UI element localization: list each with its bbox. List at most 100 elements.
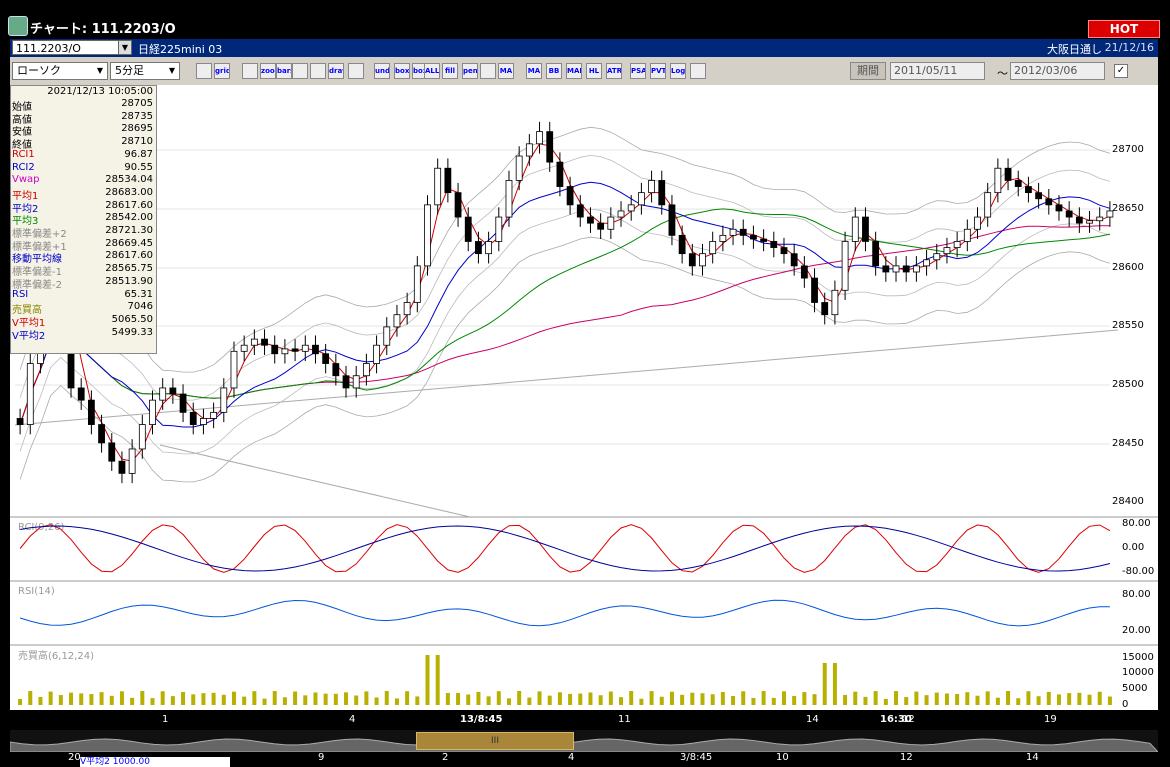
volume-bar <box>608 691 613 705</box>
time-scrollbar[interactable]: III <box>9 730 1160 753</box>
candle-body <box>240 344 248 352</box>
pause-tool-icon[interactable] <box>310 63 326 79</box>
search-tool-icon[interactable] <box>196 63 212 79</box>
symbol-input[interactable]: 111.2203/O <box>12 40 132 55</box>
candle-body <box>189 411 197 425</box>
chart-area[interactable]: RCI(9,26) RSI(14) 売買高(6,12,24) <box>10 85 1158 710</box>
atr-tool-icon[interactable]: ATR <box>606 63 622 79</box>
volume-bar <box>843 694 848 705</box>
candle-body <box>169 387 177 395</box>
candle-body <box>475 241 482 255</box>
undo-tool-icon[interactable]: undo <box>374 63 390 79</box>
volume-bar <box>568 693 573 705</box>
candle-body <box>322 353 330 364</box>
volume-bar <box>781 691 786 705</box>
psar-tool-icon[interactable]: PSAR <box>630 63 646 79</box>
candle-body <box>790 253 798 267</box>
candle-body <box>739 228 747 236</box>
xmark-tool-icon[interactable] <box>292 63 308 79</box>
volume-bar <box>496 691 501 705</box>
bars-tool-icon[interactable]: bars <box>276 63 292 79</box>
export-tool-icon[interactable] <box>690 63 706 79</box>
hot-button[interactable]: HOT <box>1088 20 1160 38</box>
candle-body <box>719 234 727 242</box>
volume-bar <box>252 691 257 705</box>
volume-bar <box>680 694 685 705</box>
chart-canvas[interactable]: RCI(9,26)RSI(14)売買高(6,12,24) <box>10 85 1158 710</box>
pvt-tool-icon[interactable]: PVT <box>650 63 666 79</box>
volume-bar <box>934 692 939 705</box>
interval-value: 5分足 <box>115 64 144 77</box>
candle-body <box>230 350 238 389</box>
bb-tool-icon[interactable]: BB <box>546 63 562 79</box>
range-separator: 〜 <box>997 67 1008 80</box>
info-value: 28534.04 <box>105 174 153 186</box>
symbol-bar: 111.2203/O ▼ 日経225mini 03 大阪日通し 21/12/16 <box>10 39 1158 57</box>
info-row: RSI 65.31 <box>11 289 156 302</box>
volume-bar <box>1087 694 1092 705</box>
symbol-dropdown-icon[interactable]: ▼ <box>118 40 132 55</box>
indicator-tick: 0.00 <box>1122 542 1145 553</box>
volume-bar <box>28 691 33 705</box>
date-to-field[interactable]: 2012/03/06 <box>1010 62 1105 80</box>
all-tool-icon[interactable]: ALL <box>424 63 440 79</box>
mae-tool-icon[interactable]: MAE <box>566 63 582 79</box>
cursor-tool-icon[interactable] <box>242 63 258 79</box>
price-tick: 28400 <box>1112 496 1144 507</box>
volume-bar <box>364 691 369 705</box>
info-value: 5065.50 <box>111 313 153 325</box>
info-row: RCI1 96.87 <box>11 149 156 162</box>
candle-body <box>831 289 839 316</box>
pointer-tool-icon[interactable] <box>348 63 364 79</box>
candle-body <box>576 204 584 218</box>
indicator-tick: 10000 <box>1122 667 1154 678</box>
volume-label: 売買高(6,12,24) <box>18 649 94 662</box>
toolbar: ローソク▼ 5分足▼ gridzoombarsdrawundobox1box2A… <box>10 57 1158 85</box>
color-tool-icon[interactable] <box>480 63 496 79</box>
volume-bar <box>690 692 695 705</box>
volume-bar <box>48 691 53 705</box>
box1-tool-icon[interactable]: box1 <box>394 63 410 79</box>
volume-bar <box>1056 694 1061 705</box>
range-checkbox[interactable]: ✓ <box>1114 64 1128 78</box>
volume-bar <box>160 691 165 705</box>
indicator-tick: -80.00 <box>1122 566 1155 577</box>
candle-body <box>587 216 594 224</box>
candle-body <box>505 180 513 218</box>
candle-body <box>760 238 768 242</box>
chart-type-select[interactable]: ローソク ▼ <box>12 62 108 80</box>
volume-bar <box>955 693 960 705</box>
info-value: 96.87 <box>124 148 153 160</box>
candle-body <box>933 253 941 261</box>
candle-body <box>750 234 757 240</box>
hl-tool-icon[interactable]: HL <box>586 63 602 79</box>
candle-body <box>281 348 289 355</box>
volume-bar <box>1026 691 1031 705</box>
interval-select[interactable]: 5分足 ▼ <box>110 62 180 80</box>
log-tool-icon[interactable]: Log <box>670 63 686 79</box>
candle-body <box>668 204 676 236</box>
candle-body <box>780 247 788 255</box>
volume-bar <box>873 691 878 705</box>
period-button[interactable]: 期間 <box>850 62 886 80</box>
ma-tool-icon[interactable]: MA <box>526 63 542 79</box>
volume-bar <box>904 697 909 705</box>
date-from-field[interactable]: 2011/05/11 <box>890 62 985 80</box>
pen-tool-icon[interactable]: pen <box>462 63 478 79</box>
zoom-tool-icon[interactable]: zoom <box>260 63 276 79</box>
info-row: 始値 28705 <box>11 98 156 113</box>
candle-body <box>271 344 279 355</box>
candle-body <box>525 143 533 157</box>
grid-tool-icon[interactable]: grid <box>214 63 230 79</box>
scroll-thumb[interactable]: III <box>416 732 574 750</box>
info-row: 売買高 7046 <box>11 301 156 316</box>
draw-tool-icon[interactable]: draw <box>328 63 344 79</box>
exchange-label: 大阪日通し <box>1047 43 1102 56</box>
info-value: 28683.00 <box>105 186 153 198</box>
ma-tool-icon[interactable]: MA <box>498 63 514 79</box>
candle-body <box>210 411 218 419</box>
fill-tool-icon[interactable]: fill <box>442 63 458 79</box>
info-row: 標準偏差+2 28721.30 <box>11 225 156 240</box>
candle-body <box>963 228 971 242</box>
volume-bar <box>242 696 247 705</box>
